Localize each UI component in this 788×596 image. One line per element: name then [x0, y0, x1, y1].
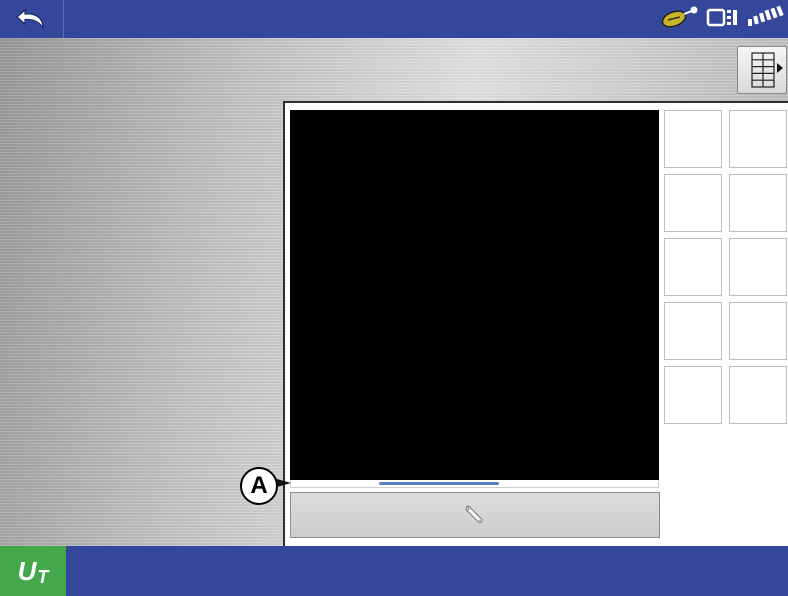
top-bar	[0, 0, 788, 38]
camera-tile-6[interactable]	[729, 238, 787, 296]
camera-scrollbar[interactable]	[290, 480, 659, 488]
layout-button[interactable]	[737, 46, 787, 94]
callout-label: A	[250, 472, 268, 499]
scrollbar-thumb[interactable]	[379, 482, 499, 485]
status-icons	[660, 4, 784, 34]
camera-tile-7[interactable]	[664, 302, 722, 360]
camera-tile-4[interactable]	[729, 174, 787, 232]
camera-tile-1[interactable]	[664, 110, 722, 168]
camera-tile-2[interactable]	[729, 110, 787, 168]
wrench-icon	[465, 505, 483, 524]
ut-label-u: U	[17, 555, 37, 586]
camera-tile-8[interactable]	[729, 302, 787, 360]
camera-settings-button[interactable]	[290, 492, 660, 538]
display-terminal-icon[interactable]	[706, 5, 740, 34]
bottom-bar: U T	[0, 546, 788, 596]
camera-tile-10[interactable]	[729, 366, 787, 424]
back-arrow-icon	[15, 8, 44, 31]
camera-tile-3[interactable]	[664, 174, 722, 232]
callout-arrow-icon	[277, 479, 291, 487]
callout-marker: A	[240, 467, 278, 505]
camera-tile-5[interactable]	[664, 238, 722, 296]
signal-strength-icon[interactable]	[746, 5, 784, 34]
universal-terminal-button[interactable]: U T	[0, 546, 66, 596]
camera-tile-9[interactable]	[664, 366, 722, 424]
satellite-dish-icon[interactable]	[660, 5, 700, 34]
grid-layout-icon	[751, 52, 783, 88]
ut-label-t: T	[37, 566, 49, 587]
camera-view[interactable]	[290, 110, 659, 480]
back-button[interactable]	[0, 0, 64, 38]
